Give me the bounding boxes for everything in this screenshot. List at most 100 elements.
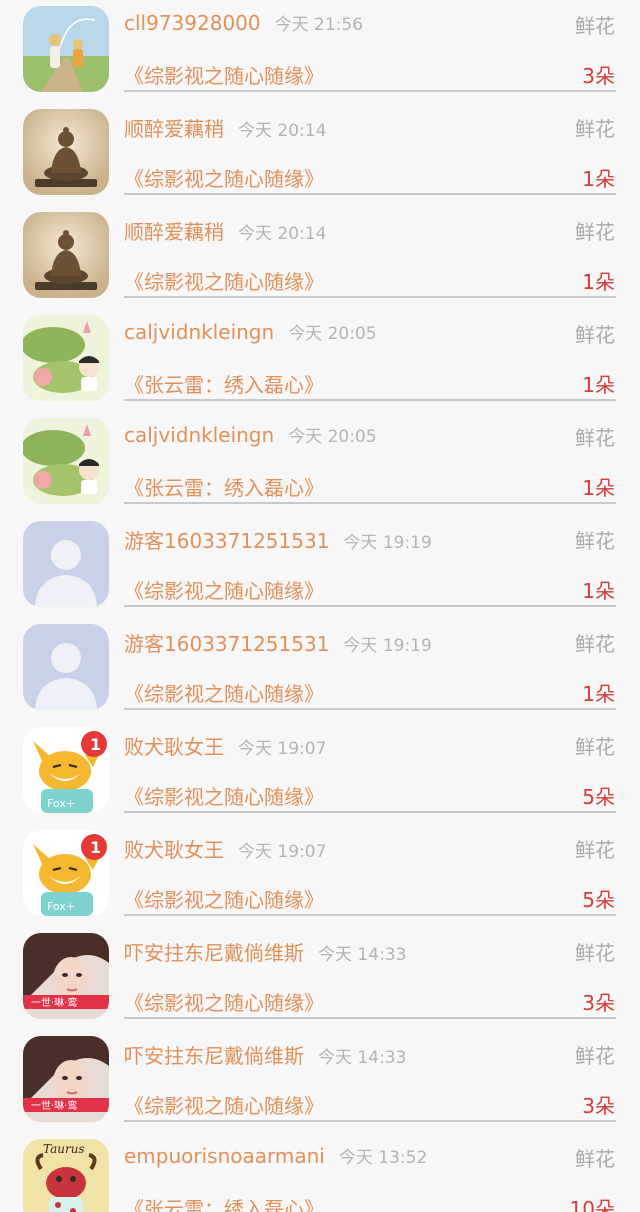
buddha-icon (23, 109, 109, 195)
username[interactable]: caljvidnkleingn 今天 20:05 (124, 319, 377, 344)
username[interactable]: cll973928000 今天 21:56 (124, 10, 363, 35)
gift-type: 鲜花 (575, 117, 615, 141)
row-divider (124, 193, 616, 195)
gift-count: 1朵 (582, 476, 615, 500)
book-title-link[interactable]: 《张云雷：绣入磊心》 (124, 472, 324, 501)
username-text[interactable]: caljvidnkleingn (124, 320, 274, 344)
username-text[interactable]: 游客1603371251531 (124, 632, 329, 656)
row-divider (124, 811, 616, 813)
woman-avatar-text: 一世·琳·鸾 (31, 996, 77, 1009)
username-text[interactable]: 吓安拄东尼戴倘维斯 (124, 1044, 304, 1068)
gift-record-row[interactable]: caljvidnkleingn 今天 20:05 鲜花 《张云雷：绣入磊心》 1朵 (0, 309, 640, 412)
row-divider (124, 708, 616, 710)
gift-time: 今天 20:05 (288, 324, 377, 344)
gift-count: 1朵 (582, 373, 615, 397)
user-avatar[interactable] (23, 315, 109, 401)
gift-record-row[interactable]: 顺醉爱藕稍 今天 20:14 鲜花 《综影视之随心随缘》 1朵 (0, 103, 640, 206)
user-avatar[interactable]: Fox+ 1 (23, 727, 109, 813)
user-avatar[interactable] (23, 418, 109, 504)
default-user-icon (23, 624, 109, 710)
gift-count: 1朵 (582, 270, 615, 294)
username[interactable]: caljvidnkleingn 今天 20:05 (124, 422, 377, 447)
user-avatar[interactable]: Taurus (23, 1139, 109, 1212)
user-avatar[interactable] (23, 521, 109, 607)
gift-record-row[interactable]: caljvidnkleingn 今天 20:05 鲜花 《张云雷：绣入磊心》 1朵 (0, 412, 640, 515)
username-text[interactable]: 顺醉爱藕稍 (124, 220, 224, 244)
username-text[interactable]: 败犬耿女王 (124, 838, 224, 862)
book-title-link[interactable]: 《综影视之随心随缘》 (124, 987, 324, 1016)
woman-photo-icon: 一世·琳·鸾 (23, 1036, 109, 1122)
taurus-cartoon-icon: Taurus (23, 1139, 109, 1212)
username[interactable]: 败犬耿女王 今天 19:07 (124, 834, 326, 863)
gift-count: 5朵 (582, 785, 615, 809)
gift-record-row[interactable]: 游客1603371251531 今天 19:19 鲜花 《综影视之随心随缘》 1朵 (0, 618, 640, 721)
row-divider (124, 1017, 616, 1019)
gift-record-row[interactable]: Fox+ 1 败犬耿女王 今天 19:07 鲜花 《综影视之随心随缘》 5朵 (0, 824, 640, 927)
gift-type: 鲜花 (575, 632, 615, 656)
book-title-link[interactable]: 《综影视之随心随缘》 (124, 781, 324, 810)
username-text[interactable]: 吓安拄东尼戴倘维斯 (124, 941, 304, 965)
username[interactable]: 吓安拄东尼戴倘维斯 今天 14:33 (124, 1040, 406, 1069)
user-avatar[interactable]: 一世·琳·鸾 (23, 1036, 109, 1122)
username[interactable]: 顺醉爱藕稍 今天 20:14 (124, 216, 326, 245)
book-title-link[interactable]: 《综影视之随心随缘》 (124, 884, 324, 913)
gift-type: 鲜花 (575, 838, 615, 862)
username-text[interactable]: 败犬耿女王 (124, 735, 224, 759)
gift-record-list: cll973928000 今天 21:56 鲜花 《综影视之随心随缘》 3朵 顺醉… (0, 0, 640, 1212)
gift-record-row[interactable]: 顺醉爱藕稍 今天 20:14 鲜花 《综影视之随心随缘》 1朵 (0, 206, 640, 309)
gift-time: 今天 13:52 (338, 1148, 428, 1168)
lotus-cartoon-icon (23, 315, 109, 401)
book-title-link[interactable]: 《综影视之随心随缘》 (124, 163, 324, 192)
gift-record-row[interactable]: cll973928000 今天 21:56 鲜花 《综影视之随心随缘》 3朵 (0, 0, 640, 103)
gift-type: 鲜花 (575, 323, 615, 347)
user-avatar[interactable]: Fox+ 1 (23, 830, 109, 916)
gift-count: 1朵 (582, 682, 615, 706)
gift-time: 今天 19:19 (343, 636, 432, 656)
gift-count: 3朵 (582, 64, 615, 88)
username-text[interactable]: cll973928000 (124, 11, 261, 35)
gift-type: 鲜花 (575, 14, 615, 38)
row-divider (124, 1120, 616, 1122)
book-title-link[interactable]: 《综影视之随心随缘》 (124, 678, 324, 707)
username[interactable]: 游客1603371251531 今天 19:19 (124, 628, 432, 657)
book-title-link[interactable]: 《综影视之随心随缘》 (124, 1090, 324, 1119)
book-title-link[interactable]: 《综影视之随心随缘》 (124, 575, 324, 604)
book-title-link[interactable]: 《综影视之随心随缘》 (124, 60, 324, 89)
username[interactable]: 游客1603371251531 今天 19:19 (124, 525, 432, 554)
username-text[interactable]: 游客1603371251531 (124, 529, 329, 553)
book-title-link[interactable]: 《综影视之随心随缘》 (124, 266, 324, 295)
user-avatar[interactable] (23, 109, 109, 195)
lotus-cartoon-icon (23, 418, 109, 504)
user-avatar[interactable] (23, 212, 109, 298)
gift-record-row[interactable]: Taurus empuorisnoaarmani 今天 13:52 鲜花 《张云雷… (0, 1133, 640, 1212)
gift-record-row[interactable]: 游客1603371251531 今天 19:19 鲜花 《综影视之随心随缘》 1朵 (0, 515, 640, 618)
user-avatar[interactable] (23, 6, 109, 92)
book-title-link[interactable]: 《张云雷：绣入磊心》 (124, 1193, 324, 1212)
gift-record-row[interactable]: 一世·琳·鸾 吓安拄东尼戴倘维斯 今天 14:33 鲜花 《综影视之随心随缘》 3… (0, 927, 640, 1030)
gift-record-row[interactable]: 一世·琳·鸾 吓安拄东尼戴倘维斯 今天 14:33 鲜花 《综影视之随心随缘》 3… (0, 1030, 640, 1133)
gift-time: 今天 21:56 (274, 15, 364, 35)
username-text[interactable]: empuorisnoaarmani (124, 1144, 325, 1168)
username-text[interactable]: 顺醉爱藕稍 (124, 117, 224, 141)
fox-cartoon-icon: Fox+ 1 (23, 727, 109, 813)
gift-record-row[interactable]: Fox+ 1 败犬耿女王 今天 19:07 鲜花 《综影视之随心随缘》 5朵 (0, 721, 640, 824)
woman-avatar-text: 一世·琳·鸾 (31, 1099, 77, 1112)
username-text[interactable]: caljvidnkleingn (124, 423, 274, 447)
gift-type: 鲜花 (575, 529, 615, 553)
username[interactable]: 败犬耿女王 今天 19:07 (124, 731, 326, 760)
row-divider (124, 605, 616, 607)
gift-type: 鲜花 (575, 1147, 615, 1171)
row-divider (124, 914, 616, 916)
gift-count: 3朵 (582, 991, 615, 1015)
row-divider (124, 399, 616, 401)
gift-type: 鲜花 (575, 426, 615, 450)
user-avatar[interactable] (23, 624, 109, 710)
username[interactable]: 顺醉爱藕稍 今天 20:14 (124, 113, 326, 142)
fox-cartoon-icon: Fox+ 1 (23, 830, 109, 916)
book-title-link[interactable]: 《张云雷：绣入磊心》 (124, 369, 324, 398)
gift-type: 鲜花 (575, 220, 615, 244)
taurus-avatar-text: Taurus (43, 1142, 85, 1156)
username[interactable]: empuorisnoaarmani 今天 13:52 (124, 1143, 427, 1168)
username[interactable]: 吓安拄东尼戴倘维斯 今天 14:33 (124, 937, 406, 966)
user-avatar[interactable]: 一世·琳·鸾 (23, 933, 109, 1019)
